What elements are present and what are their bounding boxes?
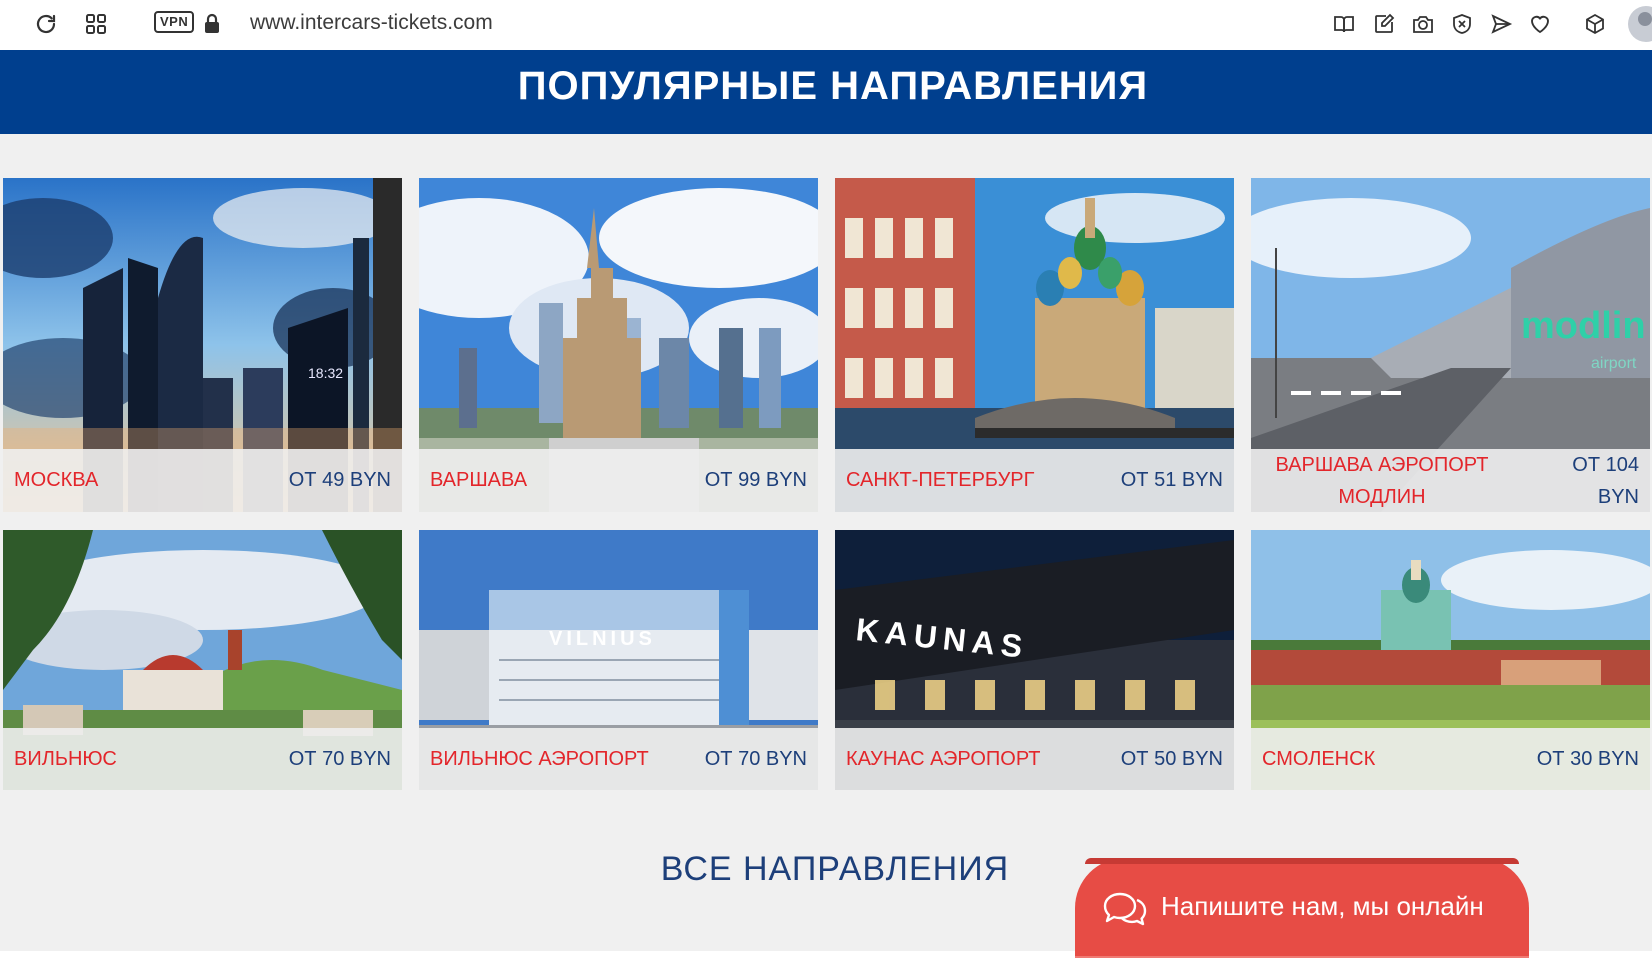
reload-icon[interactable] <box>30 8 62 40</box>
vpn-badge[interactable]: VPN <box>154 11 195 33</box>
chat-button-label: Напишите нам, мы онлайн <box>1161 891 1484 921</box>
card-city: МОСКВА <box>14 469 99 491</box>
page-content: ПОПУЛЯРНЫЕ НАПРАВЛЕНИЯ 18:32 МОСКВА ОТ 4… <box>0 50 1652 951</box>
adblock-shield-icon[interactable] <box>1446 8 1478 40</box>
section-title: ПОПУЛЯРНЫЕ НАПРАВЛЕНИЯ <box>517 63 1149 108</box>
destination-card-kaunas-airport[interactable]: KAUNAS КАУНАС АЭРОПОРТ ОТ 50 BYN <box>835 530 1234 790</box>
card-price: ОТ 70 BYN <box>704 747 807 770</box>
card-price: ОТ 30 BYN <box>1536 747 1639 770</box>
chat-online-button[interactable]: Напишите нам, мы онлайн <box>1075 858 1529 958</box>
lock-icon[interactable] <box>196 8 228 40</box>
destination-card-vilnius[interactable]: ВИЛЬНЮС ОТ 70 BYN <box>3 530 402 790</box>
card-price: ОТ 104 BYN <box>1572 453 1639 508</box>
card-caption: САНКТ-ПЕТЕРБУРГ ОТ 51 BYN <box>835 449 1234 512</box>
vilnius-airport-sign-text: VILNIUS <box>549 628 656 650</box>
tabs-grid-icon[interactable] <box>80 8 112 40</box>
destination-card-warsaw-modlin[interactable]: modlin airport ВАРШАВА АЭРОПОРТ МОДЛИН О… <box>1251 178 1650 512</box>
destination-card-vilnius-airport[interactable]: VILNIUS ВИЛЬНЮС АЭРОПОРТ ОТ 70 BYN <box>419 530 818 790</box>
reader-mode-icon[interactable] <box>1328 8 1360 40</box>
card-price: ОТ 99 BYN <box>704 469 807 491</box>
destination-card-warsaw[interactable]: ВАРШАВА ОТ 99 BYN <box>419 178 818 512</box>
card-city: ВАРШАВА АЭРОПОРТ МОДЛИН <box>1275 453 1489 508</box>
modlin-logo-text: modlin <box>1521 305 1646 347</box>
card-city: ВИЛЬНЮС АЭРОПОРТ <box>430 747 649 770</box>
card-price: ОТ 70 BYN <box>288 747 391 770</box>
card-city: ВИЛЬНЮС <box>14 747 117 770</box>
edit-share-icon[interactable] <box>1368 8 1400 40</box>
modlin-sub-text: airport <box>1591 355 1637 372</box>
destination-card-moscow[interactable]: 18:32 МОСКВА ОТ 49 BYN <box>3 178 402 512</box>
send-icon[interactable] <box>1485 8 1517 40</box>
card-caption: КАУНАС АЭРОПОРТ ОТ 50 BYN <box>835 728 1234 790</box>
browser-toolbar: VPN www.intercars-tickets.com <box>0 0 1652 50</box>
card-city: СМОЛЕНСК <box>1262 747 1376 770</box>
card-caption: СМОЛЕНСК ОТ 30 BYN <box>1251 728 1650 790</box>
screenshot-icon[interactable] <box>1407 8 1439 40</box>
favorite-heart-icon[interactable] <box>1524 8 1556 40</box>
moscow-clock-text: 18:32 <box>308 365 343 381</box>
extensions-cube-icon[interactable] <box>1579 8 1611 40</box>
destination-card-saint-petersburg[interactable]: САНКТ-ПЕТЕРБУРГ ОТ 51 BYN <box>835 178 1234 512</box>
card-caption: ВАРШАВА АЭРОПОРТ МОДЛИН ОТ 104 BYN <box>1251 449 1650 512</box>
card-caption: ВИЛЬНЮС АЭРОПОРТ ОТ 70 BYN <box>419 728 818 790</box>
card-city: САНКТ-ПЕТЕРБУРГ <box>846 469 1035 491</box>
popular-destinations-banner: ПОПУЛЯРНЫЕ НАПРАВЛЕНИЯ <box>0 50 1652 134</box>
card-price: ОТ 49 BYN <box>288 469 391 491</box>
profile-avatar[interactable] <box>1628 6 1652 42</box>
destination-card-smolensk[interactable]: СМОЛЕНСК ОТ 30 BYN <box>1251 530 1650 790</box>
card-city: ВАРШАВА <box>430 469 528 491</box>
chat-bubbles-icon <box>1103 892 1147 926</box>
card-price: ОТ 50 BYN <box>1120 747 1223 770</box>
card-city: КАУНАС АЭРОПОРТ <box>846 747 1041 770</box>
card-caption: ВАРШАВА ОТ 99 BYN <box>419 449 818 512</box>
card-caption: ВИЛЬНЮС ОТ 70 BYN <box>3 728 402 790</box>
card-caption: МОСКВА ОТ 49 BYN <box>3 449 402 512</box>
card-price: ОТ 51 BYN <box>1120 469 1223 491</box>
address-bar-url[interactable]: www.intercars-tickets.com <box>250 11 493 35</box>
